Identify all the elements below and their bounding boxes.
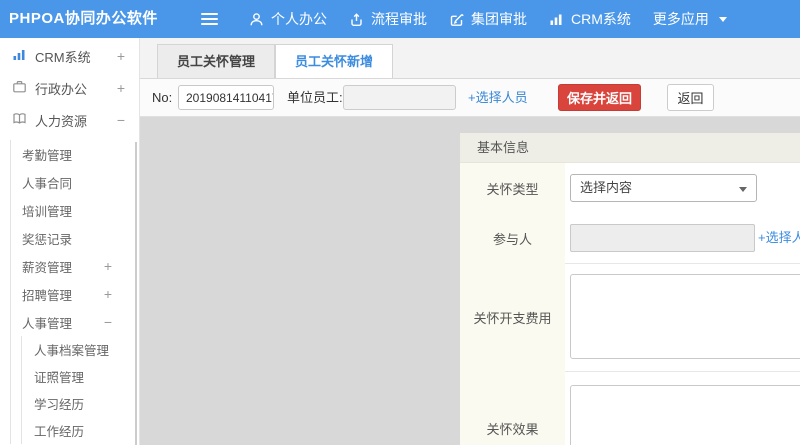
sidebar-item-salary[interactable]: 薪资管理 + [11, 252, 139, 280]
care-effect-row: 关怀效果 [460, 371, 800, 445]
sidebar-item-reward-punishment[interactable]: 奖惩记录 [11, 224, 139, 252]
care-expense-row: 关怀开支费用 [460, 263, 800, 371]
participants-label: 参与人 [460, 213, 565, 263]
nav-item-group-approval[interactable]: 集团审批 [438, 0, 538, 38]
content-area: 基本信息 关怀类型 选择内容 参与人 +选择人员 关怀开支费用 [140, 117, 800, 445]
edit-square-icon [449, 12, 464, 27]
briefcase-icon [12, 79, 27, 97]
main-area: 员工关怀管理 员工关怀新增 No: 单位员工: +选择人员 保存并返回 返回 基… [140, 38, 800, 445]
nav-item-more-apps[interactable]: 更多应用 [642, 0, 738, 38]
participants-row: 参与人 +选择人员 [460, 213, 800, 263]
hr-submenu: 考勤管理 人事合同 培训管理 奖惩记录 薪资管理 + 招聘管理 + 人事管理 −… [10, 140, 139, 444]
no-input[interactable] [178, 85, 274, 110]
personnel-submenu: 人事档案管理 证照管理 学习经历 工作经历 [21, 336, 139, 444]
care-type-row: 关怀类型 选择内容 [460, 163, 800, 213]
app-logo: PHPOA协同办公软件 [9, 10, 158, 27]
care-type-label: 关怀类型 [460, 163, 565, 213]
unit-employee-input[interactable] [343, 85, 456, 110]
sidebar-item-training[interactable]: 培训管理 [11, 196, 139, 224]
expand-toggle[interactable]: + [117, 48, 125, 64]
sidebar-item-admin-office[interactable]: 行政办公 + [0, 72, 139, 104]
bar-chart-icon [549, 12, 564, 27]
sidebar-scrollbar[interactable] [135, 142, 137, 445]
sidebar-menu: CRM系统 + 行政办公 + 人力资源 − 考勤管理 人事合同 培训管理 奖惩记… [0, 38, 140, 445]
sidebar-item-recruitment[interactable]: 招聘管理 + [11, 280, 139, 308]
no-label: No: [152, 90, 173, 105]
nav-item-crm-system[interactable]: CRM系统 [538, 0, 642, 38]
navbar-menu: 个人办公 流程审批 集团审批 CRM系统 更多应用 [238, 0, 738, 38]
chevron-down-icon [739, 187, 747, 192]
section-title: 基本信息 [460, 133, 800, 163]
care-effect-label: 关怀效果 [460, 371, 565, 445]
nav-item-personal-office[interactable]: 个人办公 [238, 0, 338, 38]
save-and-return-button[interactable]: 保存并返回 [558, 84, 641, 111]
participants-input[interactable] [570, 224, 755, 252]
expand-toggle[interactable]: + [104, 286, 112, 302]
care-expense-textarea[interactable] [570, 274, 800, 359]
nav-item-process-approval[interactable]: 流程审批 [338, 0, 438, 38]
care-effect-textarea[interactable] [570, 385, 800, 445]
care-expense-label: 关怀开支费用 [460, 263, 565, 371]
expand-toggle[interactable]: + [117, 80, 125, 96]
expand-toggle[interactable]: + [104, 258, 112, 274]
unit-employee-label: 单位员工: [287, 90, 343, 105]
sidebar-item-attendance[interactable]: 考勤管理 [11, 140, 139, 168]
hamburger-menu-icon[interactable] [201, 13, 218, 25]
collapse-toggle[interactable]: − [117, 112, 125, 128]
tab-employee-care-new[interactable]: 员工关怀新增 [275, 44, 394, 78]
book-icon [12, 111, 27, 129]
tab-employee-care-management[interactable]: 员工关怀管理 [157, 44, 276, 78]
sidebar-item-hr-contract[interactable]: 人事合同 [11, 168, 139, 196]
caret-down-icon [718, 16, 727, 22]
bar-chart-icon [12, 47, 27, 65]
care-type-select[interactable]: 选择内容 [570, 174, 757, 202]
user-icon [249, 12, 264, 27]
sidebar-item-study-experience[interactable]: 学习经历 [22, 390, 139, 417]
sidebar-item-personnel-management[interactable]: 人事管理 − [11, 308, 139, 336]
basic-info-panel: 基本信息 关怀类型 选择内容 参与人 +选择人员 关怀开支费用 [460, 133, 800, 445]
sidebar-item-crm[interactable]: CRM系统 + [0, 40, 139, 72]
return-button[interactable]: 返回 [667, 84, 714, 111]
toolbar: No: 单位员工: +选择人员 保存并返回 返回 [140, 79, 800, 117]
sidebar-item-certificate-management[interactable]: 证照管理 [22, 363, 139, 390]
select-participant-link[interactable]: +选择人员 [758, 213, 800, 263]
sidebar-item-human-resources[interactable]: 人力资源 − [0, 104, 139, 136]
tab-bar: 员工关怀管理 员工关怀新增 [140, 38, 800, 79]
process-upload-icon [349, 12, 364, 27]
sidebar-item-personnel-archive[interactable]: 人事档案管理 [22, 336, 139, 363]
collapse-toggle[interactable]: − [104, 314, 112, 330]
select-person-link[interactable]: +选择人员 [468, 79, 528, 116]
top-navbar: PHPOA协同办公软件 个人办公 流程审批 集团审批 CRM系统 更多应用 [0, 0, 800, 38]
sidebar-item-work-experience[interactable]: 工作经历 [22, 417, 139, 444]
